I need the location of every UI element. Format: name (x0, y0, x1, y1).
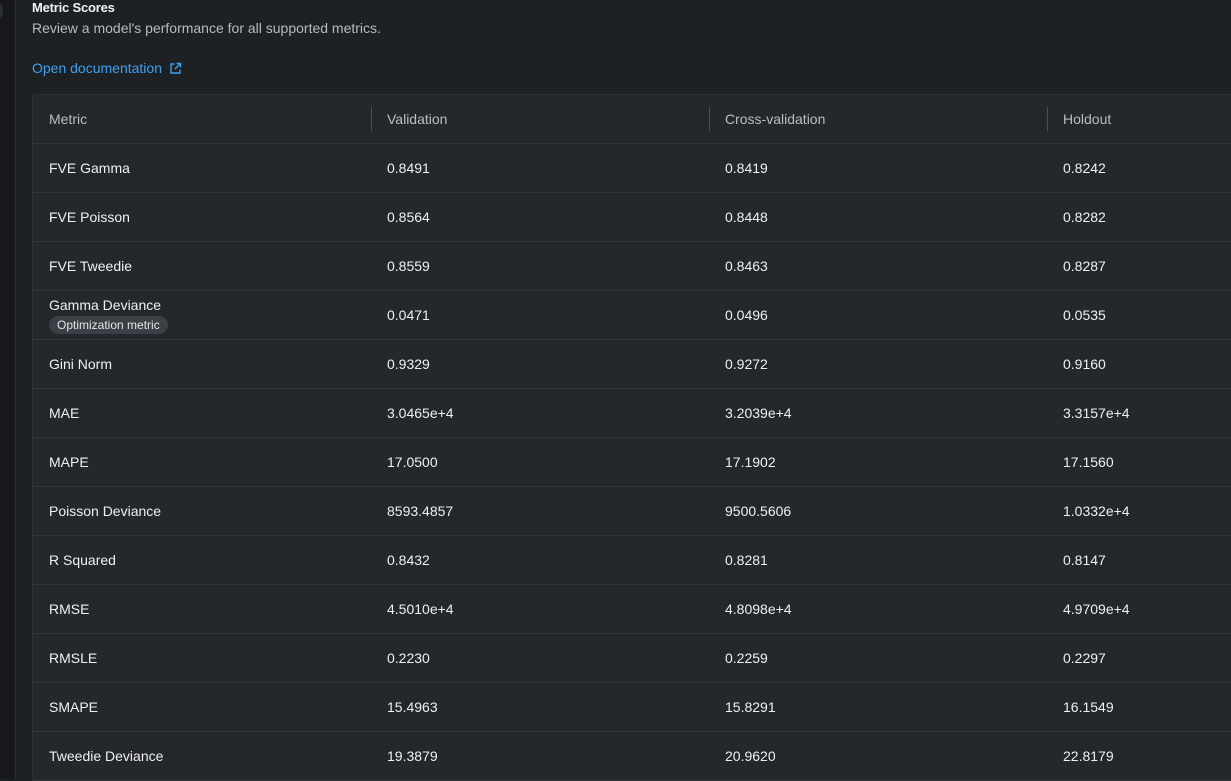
metric-name-cell: Gini Norm (33, 339, 371, 389)
column-header-cross-validation[interactable]: Cross-validation (709, 95, 1047, 144)
table-row: FVE Tweedie 0.8559 0.8463 0.8287 (33, 241, 1231, 291)
metric-name-cell: Gamma Deviance Optimization metric (33, 290, 371, 340)
holdout-cell: 0.2297 (1047, 633, 1231, 683)
metric-name-cell: MAPE (33, 437, 371, 487)
cross-validation-cell: 17.1902 (709, 437, 1047, 487)
cross-validation-cell: 0.8448 (709, 192, 1047, 242)
table-row: RMSLE 0.2230 0.2259 0.2297 (33, 633, 1231, 683)
validation-cell: 3.0465e+4 (371, 388, 709, 438)
metric-name: MAPE (49, 454, 89, 470)
table-row: Poisson Deviance 8593.4857 9500.5606 1.0332… (33, 486, 1231, 536)
table-row: MAE 3.0465e+4 3.2039e+4 3.3157e+4 (33, 388, 1231, 438)
holdout-cell: 17.1560 (1047, 437, 1231, 487)
cross-validation-cell: 0.8463 (709, 241, 1047, 291)
metric-name-cell: R Squared (33, 535, 371, 585)
validation-cell: 0.9329 (371, 339, 709, 389)
column-header-validation[interactable]: Validation (371, 95, 709, 144)
open-documentation-link[interactable]: Open documentation (32, 60, 182, 76)
holdout-cell: 4.9709e+4 (1047, 584, 1231, 634)
holdout-cell: 3.3157e+4 (1047, 388, 1231, 438)
column-divider (709, 107, 710, 131)
metric-name: Tweedie Deviance (49, 748, 164, 764)
table-row: MAPE 17.0500 17.1902 17.1560 (33, 437, 1231, 487)
holdout-cell: 0.9160 (1047, 339, 1231, 389)
left-rail (0, 0, 16, 779)
metric-name: FVE Tweedie (49, 258, 133, 274)
metric-name: RMSLE (49, 650, 98, 666)
external-link-icon (169, 62, 182, 75)
metric-name: MAE (49, 405, 80, 421)
metric-name: FVE Poisson (49, 209, 130, 225)
validation-cell: 0.0471 (371, 290, 709, 340)
metric-name: Gamma Deviance (49, 296, 162, 313)
metric-name-cell: Poisson Deviance (33, 486, 371, 536)
table-row: FVE Poisson 0.8564 0.8448 0.8282 (33, 192, 1231, 242)
cross-validation-cell: 0.9272 (709, 339, 1047, 389)
holdout-cell: 16.1549 (1047, 682, 1231, 732)
metric-name: Poisson Deviance (49, 503, 162, 519)
cross-validation-cell: 0.8281 (709, 535, 1047, 585)
cross-validation-cell: 3.2039e+4 (709, 388, 1047, 438)
holdout-cell: 0.8282 (1047, 192, 1231, 242)
holdout-cell: 1.0332e+4 (1047, 486, 1231, 536)
metric-name-cell: SMAPE (33, 682, 371, 732)
validation-cell: 0.8432 (371, 535, 709, 585)
cross-validation-cell: 4.8098e+4 (709, 584, 1047, 634)
holdout-cell: 22.8179 (1047, 731, 1231, 781)
validation-cell: 4.5010e+4 (371, 584, 709, 634)
validation-cell: 0.8559 (371, 241, 709, 291)
table-row: SMAPE 15.4963 15.8291 16.1549 (33, 682, 1231, 732)
column-divider (371, 107, 372, 131)
collapse-handle[interactable] (0, 2, 3, 20)
column-header-holdout[interactable]: Holdout (1047, 95, 1231, 144)
validation-cell: 0.2230 (371, 633, 709, 683)
column-divider (1047, 107, 1048, 131)
metric-name-cell: Tweedie Deviance (33, 731, 371, 781)
cross-validation-cell: 9500.5606 (709, 486, 1047, 536)
holdout-cell: 0.8147 (1047, 535, 1231, 585)
cross-validation-cell: 15.8291 (709, 682, 1047, 732)
table-row: Gamma Deviance Optimization metric 0.0471 0… (33, 290, 1231, 340)
validation-cell: 0.8564 (371, 192, 709, 242)
metric-name-cell: FVE Gamma (33, 143, 371, 193)
cross-validation-cell: 20.9620 (709, 731, 1047, 781)
holdout-cell: 0.8287 (1047, 241, 1231, 291)
cross-validation-cell: 0.8419 (709, 143, 1047, 193)
validation-cell: 15.4963 (371, 682, 709, 732)
validation-cell: 17.0500 (371, 437, 709, 487)
cross-validation-cell: 0.0496 (709, 290, 1047, 340)
holdout-cell: 0.0535 (1047, 290, 1231, 340)
table-row: FVE Gamma 0.8491 0.8419 0.8242 (33, 143, 1231, 193)
metric-name: Gini Norm (49, 356, 113, 372)
validation-cell: 0.8491 (371, 143, 709, 193)
metric-name-cell: FVE Tweedie (33, 241, 371, 291)
open-documentation-label: Open documentation (32, 60, 162, 76)
validation-cell: 8593.4857 (371, 486, 709, 536)
table-row: RMSE 4.5010e+4 4.8098e+4 4.9709e+4 (33, 584, 1231, 634)
metric-scores-table: Metric Validation Cross-validation Holdo… (32, 94, 1231, 781)
metric-name-cell: RMSE (33, 584, 371, 634)
column-header-metric[interactable]: Metric (33, 95, 371, 144)
table-row: Gini Norm 0.9329 0.9272 0.9160 (33, 339, 1231, 389)
page-title: Metric Scores (32, 0, 115, 15)
table-row: Tweedie Deviance 19.3879 20.9620 22.8179 (33, 731, 1231, 781)
validation-cell: 19.3879 (371, 731, 709, 781)
metric-name-cell: FVE Poisson (33, 192, 371, 242)
table-row: R Squared 0.8432 0.8281 0.8147 (33, 535, 1231, 585)
holdout-cell: 0.8242 (1047, 143, 1231, 193)
metric-name-cell: MAE (33, 388, 371, 438)
metric-name: RMSE (49, 601, 90, 617)
optimization-metric-badge: Optimization metric (49, 315, 168, 334)
metric-name-cell: RMSLE (33, 633, 371, 683)
table-header-row: Metric Validation Cross-validation Holdo… (33, 95, 1231, 144)
metric-name: R Squared (49, 552, 116, 568)
cross-validation-cell: 0.2259 (709, 633, 1047, 683)
metric-name: FVE Gamma (49, 160, 130, 176)
page-subtitle: Review a model's performance for all sup… (32, 20, 381, 36)
metric-name: SMAPE (49, 699, 99, 715)
